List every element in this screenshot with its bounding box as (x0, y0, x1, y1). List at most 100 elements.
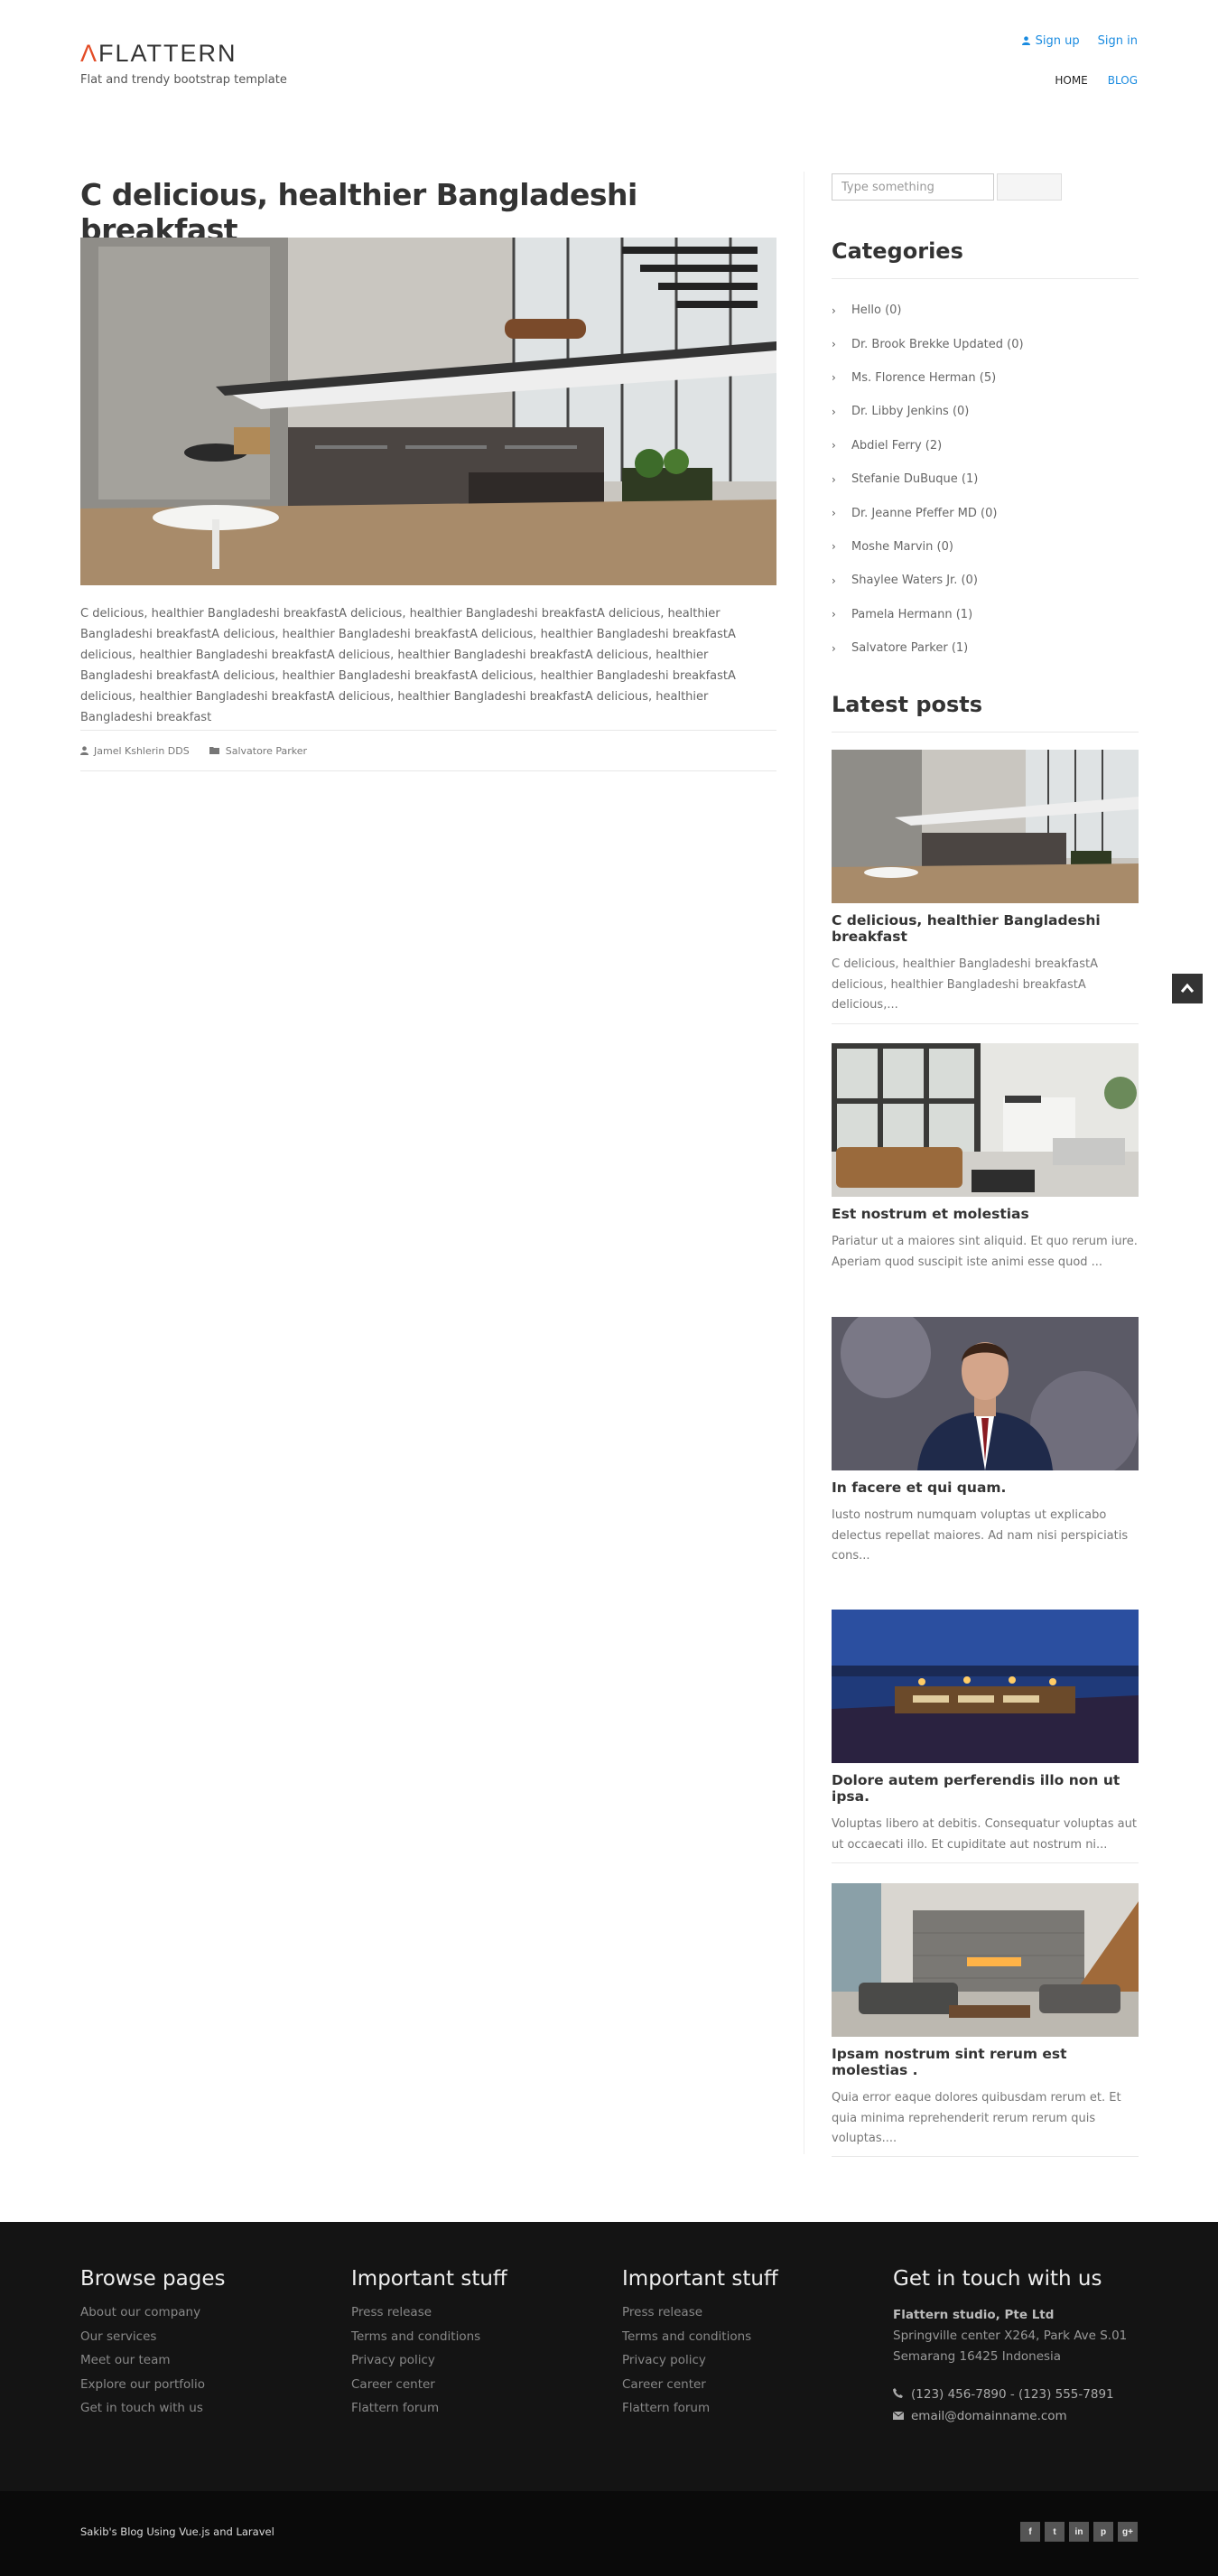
category-item[interactable]: › Pamela Hermann (1) (832, 598, 1024, 631)
footer-link[interactable]: Flattern forum (351, 2401, 507, 2425)
post-excerpt: Pariatur ut a maiores sint aliquid. Et q… (832, 1235, 1138, 1269)
category-item[interactable]: › Shaylee Waters Jr. (0) (832, 564, 1024, 597)
phone-row: (123) 456-7890 - (123) 555-7891 (893, 2384, 1127, 2405)
article-body: C delicious, healthier Bangladeshi break… (80, 607, 736, 724)
article-hero-image (80, 238, 776, 585)
sign-in-link[interactable]: Sign in (1098, 34, 1138, 48)
pinterest-icon[interactable]: p (1093, 2522, 1113, 2542)
search-button[interactable] (997, 173, 1062, 201)
category-item[interactable]: › Moshe Marvin (0) (832, 530, 1024, 564)
category-item[interactable]: › Stefanie DuBuque (1) (832, 462, 1024, 496)
address-line-2: Semarang 16425 Indonesia (893, 2349, 1062, 2364)
footer-browse-pages: Browse pages About our company Our servi… (80, 2267, 225, 2425)
chevron-right-icon: › (832, 540, 836, 554)
category-item[interactable]: › Ms. Florence Herman (5) (832, 361, 1024, 395)
category-label: Dr. Libby Jenkins (0) (851, 405, 970, 419)
category-label: Pamela Hermann (1) (851, 607, 973, 621)
category-label: Salvatore Parker (1) (851, 641, 969, 656)
post-thumbnail[interactable] (832, 1610, 1139, 1763)
chevron-right-icon: › (832, 371, 836, 385)
category-item[interactable]: › Abdiel Ferry (2) (832, 429, 1024, 462)
footer-link[interactable]: Press release (622, 2305, 778, 2329)
footer-heading: Browse pages (80, 2267, 226, 2291)
footer-important-stuff-2: Important stuff Press release Terms and … (622, 2267, 778, 2425)
footer-link[interactable]: Career center (622, 2377, 778, 2402)
social-links: f t in p g+ (1020, 2522, 1138, 2542)
copyright-text: Sakib's Blog Using Vue.js and Laravel (80, 2525, 274, 2538)
main-nav: HOME BLOG (1055, 74, 1138, 87)
category-item[interactable]: › Dr. Jeanne Pfeffer MD (0) (832, 496, 1024, 529)
chevron-right-icon: › (832, 574, 836, 587)
sign-up-link[interactable]: Sign up (1021, 34, 1080, 48)
category-item[interactable]: › Salvatore Parker (1) (832, 631, 1024, 665)
category-label: Dr. Jeanne Pfeffer MD (0) (851, 506, 998, 520)
footer-link[interactable]: Press release (351, 2305, 507, 2329)
category-item[interactable]: › Dr. Libby Jenkins (0) (832, 395, 1024, 428)
footer-link[interactable]: Terms and conditions (351, 2329, 507, 2354)
latest-post[interactable]: Dolore autem perferendis illo non ut ips… (832, 1610, 1139, 1863)
categories-heading: Categories (832, 238, 1139, 279)
search-input[interactable] (832, 173, 994, 201)
post-excerpt: Quia error eaque dolores quibusdam rerum… (832, 2091, 1121, 2145)
category-item[interactable]: › Hello (0) (832, 294, 1024, 327)
footer-link[interactable]: Our services (80, 2329, 225, 2354)
latest-post[interactable]: In facere et qui quam. Iusto nostrum num… (832, 1317, 1139, 1611)
google-plus-icon[interactable]: g+ (1118, 2522, 1138, 2542)
nav-blog[interactable]: BLOG (1108, 74, 1138, 87)
author-name[interactable]: Jamel Kshlerin DDS (94, 745, 190, 757)
facebook-icon[interactable]: f (1020, 2522, 1040, 2542)
category-name[interactable]: Salvatore Parker (226, 745, 307, 757)
user-icon (1021, 36, 1030, 45)
phone-icon (893, 2384, 904, 2405)
footer-link[interactable]: Privacy policy (622, 2353, 778, 2377)
latest-post[interactable]: C delicious, healthier Bangladeshi break… (832, 750, 1139, 1024)
contact-details: (123) 456-7890 - (123) 555-7891 email@do… (892, 2384, 1127, 2427)
logo-text: FLATTERN (98, 40, 237, 67)
folder-icon (209, 747, 219, 754)
post-title[interactable]: Dolore autem perferendis illo non ut ips… (832, 1772, 1139, 1805)
post-title[interactable]: C delicious, healthier Bangladeshi break… (832, 912, 1139, 945)
footer-link[interactable]: Terms and conditions (622, 2329, 778, 2354)
footer-link[interactable]: Get in touch with us (80, 2401, 225, 2425)
post-title[interactable]: In facere et qui quam. (832, 1479, 1139, 1496)
post-thumbnail[interactable] (832, 750, 1139, 903)
logo[interactable]: ΛFLATTERN (80, 40, 237, 68)
phone-number: (123) 456-7890 - (123) 555-7891 (911, 2387, 1114, 2402)
footer-link[interactable]: Career center (351, 2377, 507, 2402)
post-title[interactable]: Ipsam nostrum sint rerum est molestias . (832, 2046, 1139, 2078)
post-title[interactable]: Est nostrum et molestias (832, 1206, 1139, 1222)
latest-post[interactable]: Ipsam nostrum sint rerum est molestias .… (832, 1883, 1139, 2157)
company-name: Flattern studio, Pte Ltd (893, 2308, 1055, 2322)
category-label: Moshe Marvin (0) (851, 539, 953, 554)
footer-heading: Important stuff (351, 2267, 507, 2291)
back-to-top-button[interactable] (1172, 974, 1203, 1003)
category-label: Hello (0) (851, 303, 902, 318)
post-thumbnail[interactable] (832, 1317, 1139, 1470)
footer-link[interactable]: Flattern forum (622, 2401, 778, 2425)
category-item[interactable]: › Dr. Brook Brekke Updated (0) (832, 327, 1024, 360)
nav-home[interactable]: HOME (1055, 74, 1087, 87)
footer-contact: Get in touch with us Flattern studio, Pt… (892, 2267, 1128, 2427)
chevron-right-icon: › (832, 507, 836, 520)
footer-link[interactable]: Privacy policy (351, 2353, 507, 2377)
linkedin-icon[interactable]: in (1069, 2522, 1089, 2542)
tagline: Flat and trendy bootstrap template (80, 73, 287, 87)
twitter-icon[interactable]: t (1045, 2522, 1065, 2542)
post-thumbnail[interactable] (832, 1883, 1139, 2037)
address-line-1: Springville center X264, Park Ave S.01 (893, 2329, 1128, 2343)
post-excerpt: Iusto nostrum numquam voluptas ut explic… (832, 1508, 1129, 1563)
footer-link[interactable]: Meet our team (80, 2353, 225, 2377)
email-address[interactable]: email@domainname.com (911, 2409, 1067, 2423)
latest-post[interactable]: Est nostrum et molestias Pariatur ut a m… (832, 1043, 1139, 1319)
footer-link[interactable]: About our company (80, 2305, 225, 2329)
sign-up-label: Sign up (1035, 34, 1080, 48)
category-meta: Salvatore Parker (209, 745, 307, 757)
footer-link[interactable]: Explore our portfolio (80, 2377, 225, 2402)
logo-mark: Λ (80, 40, 99, 67)
category-label: Dr. Brook Brekke Updated (0) (851, 337, 1024, 351)
latest-posts-heading: Latest posts (832, 692, 1139, 733)
chevron-right-icon: › (832, 439, 836, 453)
footer-important-stuff: Important stuff Press release Terms and … (351, 2267, 507, 2425)
post-thumbnail[interactable] (832, 1043, 1139, 1197)
email-row: email@domainname.com (892, 2405, 1127, 2427)
